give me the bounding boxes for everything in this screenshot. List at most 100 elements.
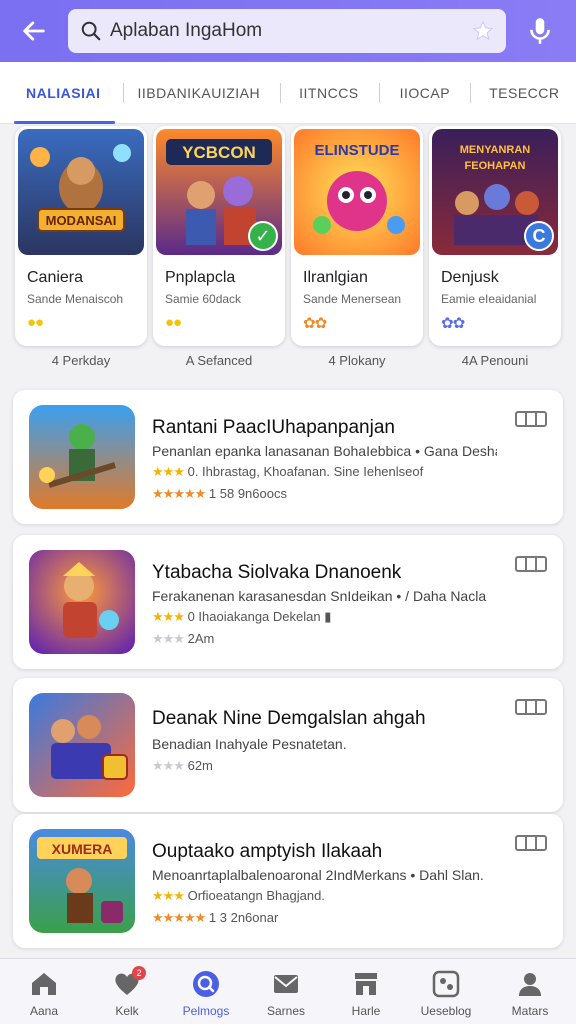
game-title: Caniera bbox=[27, 269, 84, 286]
meta-text: Orfioeatangn Bhagjand. bbox=[187, 888, 325, 903]
nav-label: Kelk bbox=[115, 1004, 139, 1018]
search-icon bbox=[81, 21, 101, 41]
more-options-icon[interactable] bbox=[515, 834, 547, 852]
meta-text: 0 Ihaoiakanga Dekelan ▮ bbox=[187, 609, 332, 624]
svg-text:MODANSAI: MODANSAI bbox=[46, 213, 117, 228]
rating-stars: ★★★ bbox=[152, 631, 185, 646]
svg-text:MENYANRAN: MENYANRAN bbox=[460, 144, 531, 156]
more-options-icon[interactable] bbox=[515, 410, 547, 428]
rating-stars: ★★★ bbox=[152, 758, 185, 773]
nav-label: Sarnes bbox=[266, 1004, 306, 1018]
nav-label: Aana bbox=[29, 1004, 59, 1018]
game-icon-image bbox=[29, 405, 135, 509]
tab-divider bbox=[378, 82, 380, 103]
meta-text: 1 58 9n6oocs bbox=[208, 486, 287, 501]
home-icon bbox=[32, 973, 56, 995]
game-title: Ytabacha Siolvaka Dnanoenk bbox=[152, 562, 402, 583]
game-title: Denjusk bbox=[441, 269, 499, 286]
rating-stars: ★★★★★ bbox=[152, 910, 206, 925]
search-icon bbox=[193, 971, 219, 997]
game-list-item[interactable]: XUMERA Ouptaako amptyish Ilakaah Menoanr… bbox=[13, 814, 563, 948]
meta-text: 1 3 2n6onar bbox=[208, 910, 279, 925]
svg-text:FEOHAPAN: FEOHAPAN bbox=[465, 160, 526, 172]
game-meta-line: ★★★ 62m bbox=[152, 758, 213, 774]
nav-label: Harle bbox=[351, 1004, 381, 1018]
mail-icon bbox=[274, 975, 298, 993]
rating-stars: ✿✿ bbox=[303, 315, 327, 332]
notification-badge: 2 bbox=[132, 966, 146, 980]
more-options-icon[interactable] bbox=[515, 698, 547, 716]
tab-1[interactable]: IIBDANIKAUIZIAH bbox=[138, 62, 261, 124]
star-clear-icon[interactable] bbox=[472, 20, 494, 42]
search-input[interactable]: Aplaban IngaHom bbox=[110, 20, 472, 42]
game-title: Rantani PaacIUhapanpanjan bbox=[152, 417, 395, 438]
nav-item-store[interactable]: Harle bbox=[334, 959, 398, 1024]
nav-item-home[interactable]: Aana bbox=[12, 959, 76, 1024]
nav-label: Pelmogs bbox=[182, 1004, 230, 1018]
game-list-item[interactable]: Ytabacha Siolvaka Dnanoenk Ferakanenan k… bbox=[13, 535, 563, 669]
nav-label: Matars bbox=[511, 1004, 549, 1018]
rating-stars: ★★★ bbox=[152, 464, 185, 479]
tab-divider bbox=[470, 82, 472, 103]
game-cover-image: MODANSAI bbox=[18, 129, 144, 255]
featured-card[interactable]: YCBCON ✓ Pnplapcla Samie 60dack ●● bbox=[153, 126, 285, 346]
tab-4[interactable]: TESECCR bbox=[489, 62, 559, 124]
game-meta-line: ★★★★★ 1 58 9n6oocs bbox=[152, 486, 287, 502]
nav-item-messages[interactable]: Sarnes bbox=[254, 959, 318, 1024]
game-developer: Samie 60dack bbox=[165, 292, 242, 306]
verified-check-icon: ✓ bbox=[248, 221, 278, 251]
game-meta-line: ★★★ 0. Ihbrastag, Khoafanan. Sine Iehenl… bbox=[152, 464, 423, 480]
profile-icon bbox=[519, 973, 541, 996]
meta-text: 62m bbox=[187, 758, 213, 773]
svg-text:YCBCON: YCBCON bbox=[182, 143, 256, 162]
game-meta-line: ★★★ 2Am bbox=[152, 631, 214, 647]
game-developer: Sande Menersean bbox=[303, 292, 402, 306]
game-list-item[interactable]: Rantani PaacIUhapanpanjan Penanlan epank… bbox=[13, 390, 563, 524]
featured-card[interactable]: ELINSTUDE Ilranlgian Sande Menersean ✿✿ bbox=[291, 126, 423, 346]
game-icon-image: XUMERA bbox=[29, 829, 135, 933]
arrow-left-icon bbox=[23, 21, 45, 41]
game-title: Ilranlgian bbox=[303, 269, 368, 286]
meta-text: 2Am bbox=[187, 631, 215, 646]
game-title: Deanak Nine Demgalslan ahgah bbox=[152, 708, 426, 729]
nav-label: Ueseblog bbox=[420, 1004, 472, 1018]
game-list-item[interactable]: Deanak Nine Demgalslan ahgah Benadian In… bbox=[13, 678, 563, 812]
game-cover-image: ELINSTUDE bbox=[294, 129, 420, 255]
top-app-bar: Aplaban IngaHom bbox=[0, 0, 576, 62]
rating-stars: ★★★ bbox=[152, 609, 185, 624]
more-options-icon[interactable] bbox=[515, 555, 547, 573]
game-description: Penanlan epanka lanasanan BohaIebbica • … bbox=[152, 443, 497, 459]
game-developer: Sande Menaiscoh bbox=[27, 292, 124, 306]
game-cover-image: MENYANRAN FEOHAPAN C bbox=[432, 129, 558, 255]
nav-item-search[interactable]: Pelmogs bbox=[174, 959, 238, 1024]
store-icon bbox=[355, 973, 377, 995]
voice-search-button[interactable] bbox=[520, 11, 560, 51]
update-refresh-icon: C bbox=[524, 221, 554, 251]
game-icon-image bbox=[29, 550, 135, 654]
tab-0[interactable]: NALIASIAI bbox=[14, 62, 114, 124]
featured-card[interactable]: MODANSAI Caniera Sande Menaiscoh ●● bbox=[15, 126, 147, 346]
featured-games-row: MODANSAI Caniera Sande Menaiscoh ●● 4 Pe… bbox=[0, 124, 576, 374]
bottom-navigation: Aana 2 Kelk Pelmogs Sarnes Harle Ueseblo… bbox=[0, 958, 576, 1024]
tab-3[interactable]: IIOCAP bbox=[400, 62, 450, 124]
tab-2[interactable]: IITNCCS bbox=[299, 62, 359, 124]
back-button[interactable] bbox=[14, 11, 54, 51]
search-bar[interactable]: Aplaban IngaHom bbox=[68, 9, 506, 53]
meta-text: 0. Ihbrastag, Khoafanan. Sine Iehenlseof bbox=[187, 464, 424, 479]
nav-item-games[interactable]: Ueseblog bbox=[414, 959, 478, 1024]
svg-text:ELINSTUDE: ELINSTUDE bbox=[314, 142, 399, 159]
heart-icon: 2 bbox=[112, 966, 146, 999]
rating-stars: ●● bbox=[165, 314, 182, 331]
nav-item-wishlist[interactable]: 2 Kelk bbox=[95, 959, 159, 1024]
rating-stars: ★★★ bbox=[152, 888, 185, 903]
svg-text:XUMERA: XUMERA bbox=[52, 841, 113, 857]
game-meta-line: ★★★ Orfioeatangn Bhagjand. bbox=[152, 888, 325, 904]
featured-status: 4 Plokany bbox=[328, 353, 386, 368]
game-title: Ouptaako amptyish Ilakaah bbox=[152, 841, 383, 862]
gamepad-icon bbox=[432, 970, 460, 998]
tab-divider bbox=[280, 82, 282, 103]
game-description: Benadian Inahyale Pesnatetan. bbox=[152, 736, 347, 752]
nav-item-profile[interactable]: Matars bbox=[498, 959, 562, 1024]
featured-card[interactable]: MENYANRAN FEOHAPAN C Denjusk Eamie eIeai… bbox=[429, 126, 561, 346]
rating-stars: ★★★★★ bbox=[152, 486, 206, 501]
